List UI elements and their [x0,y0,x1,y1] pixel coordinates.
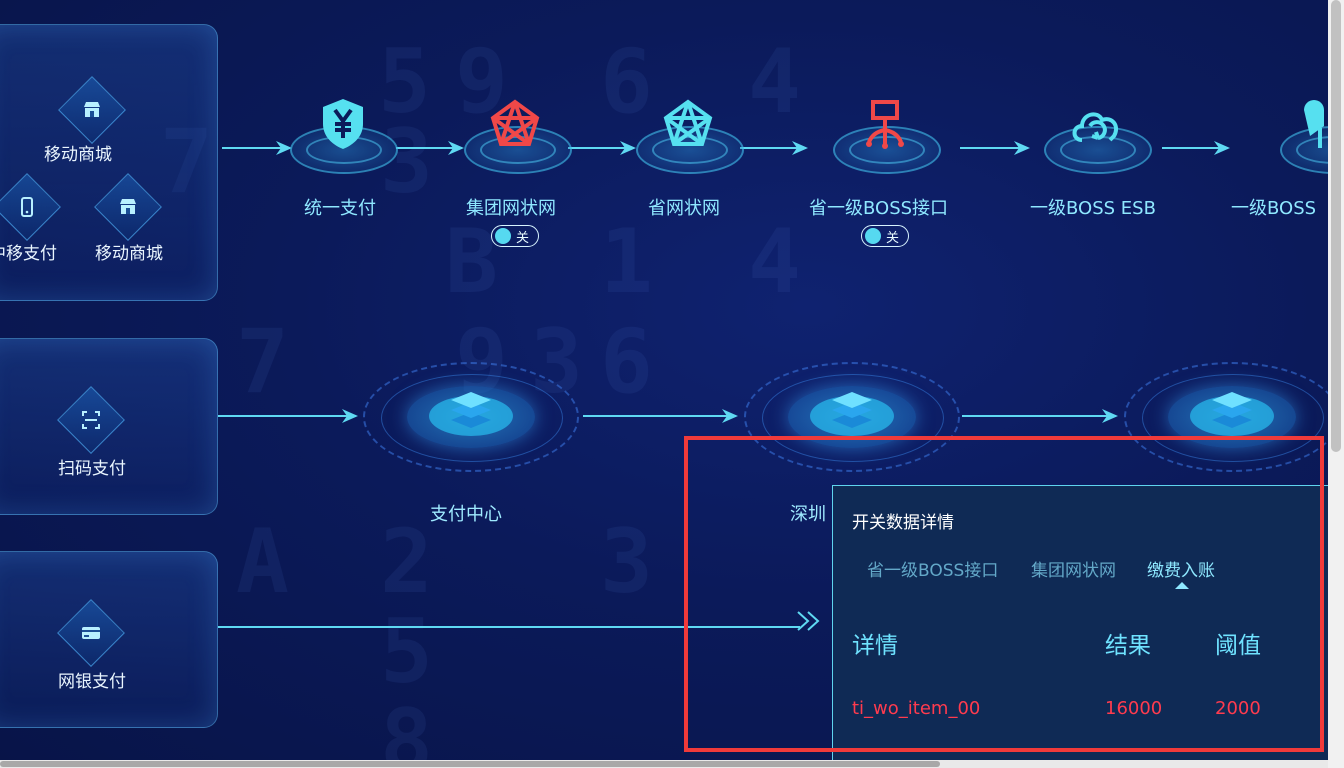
toggle-knob [495,228,511,244]
hub-rings [363,362,579,472]
node-label: 一级BOSS ESB [1030,198,1156,219]
toggle-state: 关 [886,231,900,246]
switch-toggle[interactable]: 关 [491,225,539,247]
interface-tree-icon [866,100,904,149]
bg-digit: 5 [380,600,433,703]
node-label: 集团网状网 [466,198,556,219]
bg-digit: B [445,210,498,313]
toggle-state: 关 [516,231,530,246]
bank-diamond[interactable] [57,599,125,667]
bg-digit: 5 [378,30,431,133]
bg-digit: 6 [600,310,653,413]
bg-digit: 4 [748,30,801,133]
vertical-scrollbar-thumb[interactable] [1331,0,1341,452]
bg-digit: 7 [236,310,289,413]
yuan-shield-icon [323,99,363,149]
bg-digit: 1 [600,210,653,313]
mobile-phone-icon [17,197,37,217]
cloud-sync-icon [1072,112,1119,142]
scan-icon [81,410,101,430]
mesh-network-icon [490,99,540,146]
bg-digit: 2 [380,510,433,613]
bg-digit: 4 [748,210,801,313]
channel-label-scan: 扫码支付 [58,459,126,479]
hub-label: 支付中心 [430,504,502,525]
bg-digit: 6 [600,30,653,133]
bg-digit: A [236,510,289,613]
horizontal-scrollbar-thumb[interactable] [0,761,940,767]
channel-label-mall-2: 移动商城 [95,244,163,264]
store-icon [118,197,138,217]
channel-label-cmpay: 中移支付 [0,244,57,264]
highlight-box [684,436,1324,752]
bank-card-icon [81,623,101,643]
mesh-network-icon [663,99,713,146]
channel-label-mall: 移动商城 [44,145,112,165]
layers-icon [832,392,872,428]
store-icon [82,100,102,120]
channel-card-scan: 扫码支付 [0,338,218,515]
channel-card-bank: 网银支付 [0,551,218,728]
channel-label-bank: 网银支付 [58,672,126,692]
scan-diamond[interactable] [57,386,125,454]
store-diamond-2[interactable] [94,173,162,241]
node-label: 省网状网 [648,198,720,219]
node-label: 省一级BOSS接口 [809,198,949,219]
toggle-knob [865,228,881,244]
horizontal-scrollbar[interactable] [0,760,1328,768]
layers-icon [1212,392,1252,428]
bg-digit: 3 [600,510,653,613]
node-label: 一级BOSS [1231,198,1317,219]
node-label: 统一支付 [304,198,376,219]
layers-icon [451,392,491,428]
switch-toggle[interactable]: 关 [861,225,909,247]
channel-card-top: 移动商城 中移支付 移动商城 [0,24,218,301]
mobile-diamond[interactable] [0,173,61,241]
bg-digit: 8 [380,690,433,768]
store-diamond[interactable] [58,76,126,144]
vertical-scrollbar[interactable] [1328,0,1344,768]
